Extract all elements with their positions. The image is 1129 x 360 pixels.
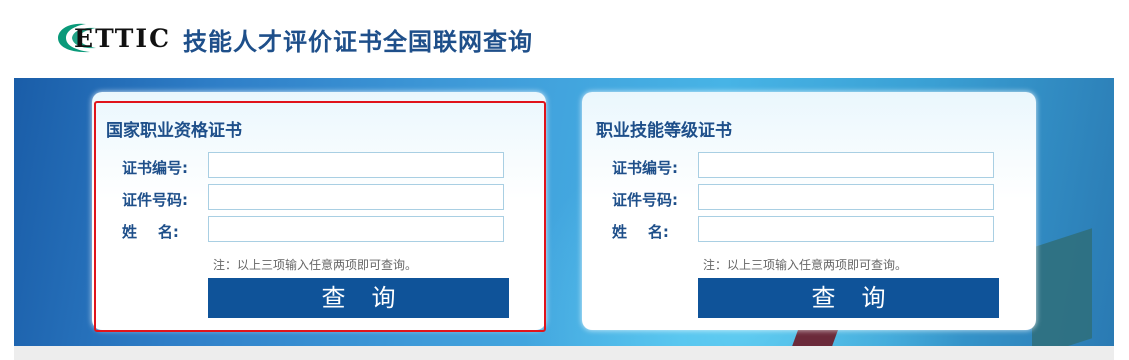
- hint-note: 注：以上三项输入任意两项即可查询。: [703, 258, 908, 272]
- id-number-input[interactable]: [208, 184, 504, 210]
- logo-lettering: ETTIC: [74, 24, 168, 53]
- footer-strip: [14, 346, 1114, 360]
- skill-level-certificate-panel: 职业技能等级证书 证书编号: 证件号码: 姓 名: 注：以上三项输入任意两项即可…: [582, 92, 1036, 330]
- panel-title: 国家职业资格证书: [106, 121, 242, 141]
- header: ETTIC 技能人才评价证书全国联网查询: [0, 0, 1129, 78]
- id-number-row: 证件号码:: [582, 184, 1036, 214]
- id-number-label: 证件号码:: [612, 191, 678, 209]
- name-label: 姓 名:: [122, 223, 179, 241]
- panel-title: 职业技能等级证书: [596, 121, 732, 141]
- query-button[interactable]: 查询: [208, 278, 509, 318]
- name-row: 姓 名:: [92, 216, 546, 246]
- name-input[interactable]: [698, 216, 994, 242]
- certificate-number-row: 证书编号:: [92, 152, 546, 182]
- name-input[interactable]: [208, 216, 504, 242]
- certificate-number-label: 证书编号:: [122, 159, 188, 177]
- page-title: 技能人才评价证书全国联网查询: [183, 28, 533, 56]
- certificate-number-row: 证书编号:: [582, 152, 1036, 182]
- certificate-number-input[interactable]: [698, 152, 994, 178]
- query-button[interactable]: 查询: [698, 278, 999, 318]
- national-qualification-certificate-panel: 国家职业资格证书 证书编号: 证件号码: 姓 名: 注：以上三项输入任意两项即可…: [92, 92, 546, 332]
- ettic-logo[interactable]: ETTIC: [56, 20, 170, 56]
- id-number-input[interactable]: [698, 184, 994, 210]
- id-number-label: 证件号码:: [122, 191, 188, 209]
- certificate-number-input[interactable]: [208, 152, 504, 178]
- id-number-row: 证件号码:: [92, 184, 546, 214]
- certificate-number-label: 证书编号:: [612, 159, 678, 177]
- name-row: 姓 名:: [582, 216, 1036, 246]
- name-label: 姓 名:: [612, 223, 669, 241]
- hint-note: 注：以上三项输入任意两项即可查询。: [213, 258, 418, 272]
- banner-decoration: [1032, 228, 1092, 346]
